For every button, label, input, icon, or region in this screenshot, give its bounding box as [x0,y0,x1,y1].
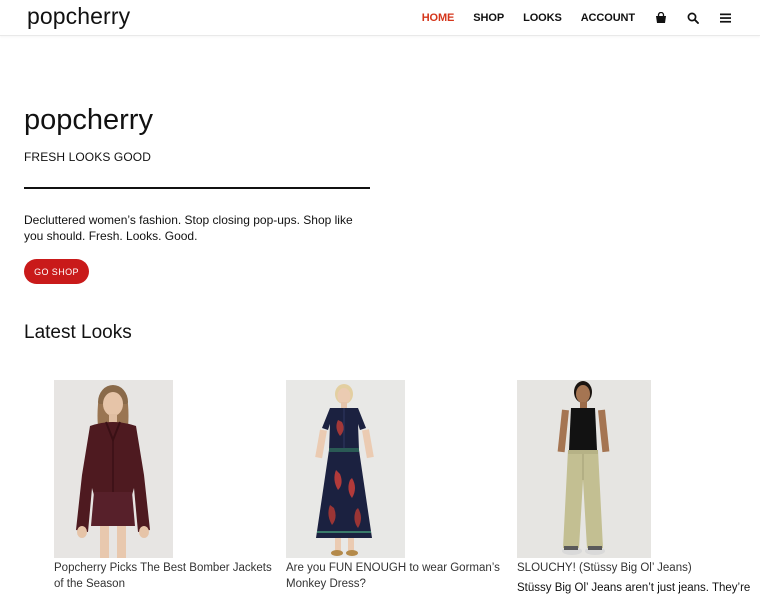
hero-tagline: FRESH LOOKS GOOD [24,150,151,164]
nav-account[interactable]: ACCOUNT [581,12,635,24]
look-card-gorman-dress[interactable]: Are you FUN ENOUGH to wear Gorman’s Monk… [286,380,506,592]
site-header: popcherry HOME SHOP LOOKS ACCOUNT [0,0,760,36]
nav-shop[interactable]: SHOP [473,12,504,24]
go-shop-button[interactable]: GO SHOP [24,259,89,284]
latest-looks-heading: Latest Looks [24,322,132,343]
hero-description: Decluttered women’s fashion. Stop closin… [24,213,353,243]
shopping-bag-icon[interactable] [654,11,668,25]
look-image-gorman-dress[interactable] [286,380,405,558]
hero-title: popcherry [24,104,153,136]
menu-icon[interactable] [718,11,732,25]
site-logo[interactable]: popcherry [27,3,130,30]
search-icon[interactable] [686,11,700,25]
look-title[interactable]: Popcherry Picks The Best Bomber Jackets … [54,561,274,592]
look-image-bomber-jacket[interactable] [54,380,173,558]
look-card-bomber-jackets[interactable]: Popcherry Picks The Best Bomber Jackets … [54,380,274,592]
look-title[interactable]: Are you FUN ENOUGH to wear Gorman’s Monk… [286,561,506,592]
look-card-stussy-jeans[interactable]: SLOUCHY! (Stüssy Big Ol’ Jeans) Stüssy B… [517,380,751,596]
nav-home[interactable]: HOME [422,12,455,24]
look-image-stussy-jeans[interactable] [517,380,651,558]
nav-looks[interactable]: LOOKS [523,12,562,24]
hero-divider [24,187,370,189]
main-nav: HOME SHOP LOOKS ACCOUNT [422,0,760,36]
look-title[interactable]: SLOUCHY! (Stüssy Big Ol’ Jeans) [517,561,737,577]
look-excerpt: Stüssy Big Ol’ Jeans aren’t just jeans. … [517,581,751,594]
